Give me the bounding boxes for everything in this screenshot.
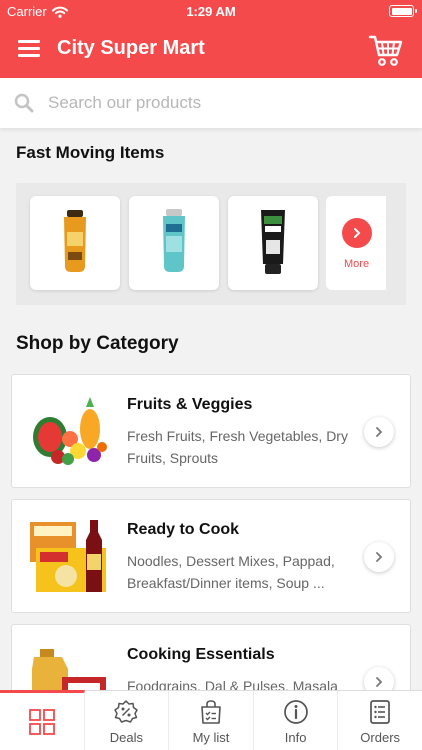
tab-label: My list	[192, 730, 230, 745]
category-name: Fruits & Veggies	[127, 396, 253, 413]
fast-moving-title: Fast Moving Items	[16, 143, 165, 162]
fast-moving-strip[interactable]: More	[16, 183, 406, 305]
category-name: Cooking Essentials	[127, 646, 275, 663]
tab-label: Info	[284, 730, 307, 745]
tab-bar: Deals My list Info Orders	[0, 690, 422, 750]
info-icon	[283, 700, 308, 724]
cart-icon	[368, 35, 403, 66]
tab-orders[interactable]: Orders	[338, 691, 422, 750]
app-bar: City Super Mart	[0, 22, 422, 78]
app-screen: Carrier 1:29 AM City Super Mart Search o…	[0, 0, 422, 750]
chevron-right-icon[interactable]	[364, 417, 394, 447]
orders-icon	[370, 700, 391, 724]
ready-to-cook-icon	[30, 520, 106, 592]
tab-info[interactable]: Info	[254, 691, 339, 750]
fast-item-card[interactable]	[129, 196, 219, 290]
tab-label: Deals	[109, 730, 144, 745]
chevron-right-icon	[342, 218, 372, 248]
tab-label: Orders	[360, 730, 401, 745]
search-bar	[0, 78, 422, 128]
fast-item-card[interactable]	[30, 196, 120, 290]
tab-home[interactable]	[0, 690, 85, 750]
status-bar: Carrier 1:29 AM	[0, 0, 422, 22]
tab-deals[interactable]: Deals	[85, 691, 170, 750]
category-card-fruits-veggies[interactable]: Fruits & Veggies Fresh Fruits, Fresh Veg…	[11, 374, 411, 488]
category-description: Fresh Fruits, Fresh Vegetables, Dry Frui…	[127, 428, 348, 466]
app-title: City Super Mart	[57, 37, 205, 59]
status-time: 1:29 AM	[186, 4, 236, 19]
conditioner-bottle-gold-icon	[64, 210, 86, 272]
search-icon	[14, 93, 34, 113]
deals-badge-icon	[114, 700, 139, 723]
categories-title: Shop by Category	[16, 333, 179, 354]
fast-item-card[interactable]	[228, 196, 318, 290]
list-bag-icon	[201, 700, 221, 724]
battery-icon	[389, 5, 417, 17]
search-input[interactable]	[48, 86, 398, 120]
face-wash-tube-icon	[261, 210, 285, 274]
header-bar: Carrier 1:29 AM City Super Mart	[0, 0, 422, 78]
conditioner-bottle-teal-icon	[163, 209, 185, 272]
tab-my-list[interactable]: My list	[169, 691, 254, 750]
menu-button[interactable]	[18, 40, 40, 58]
more-label: More	[344, 258, 370, 270]
more-button[interactable]: More	[326, 196, 386, 290]
category-name: Ready to Cook	[127, 521, 240, 538]
category-description: Noodles, Dessert Mixes, Pappad, Breakfas…	[127, 553, 335, 591]
chevron-right-icon[interactable]	[364, 542, 394, 572]
category-card-ready-to-cook[interactable]: Ready to Cook Noodles, Dessert Mixes, Pa…	[11, 499, 411, 613]
fruits-veggies-icon	[33, 397, 107, 465]
grid-icon	[28, 709, 55, 735]
cart-button[interactable]	[368, 32, 404, 68]
